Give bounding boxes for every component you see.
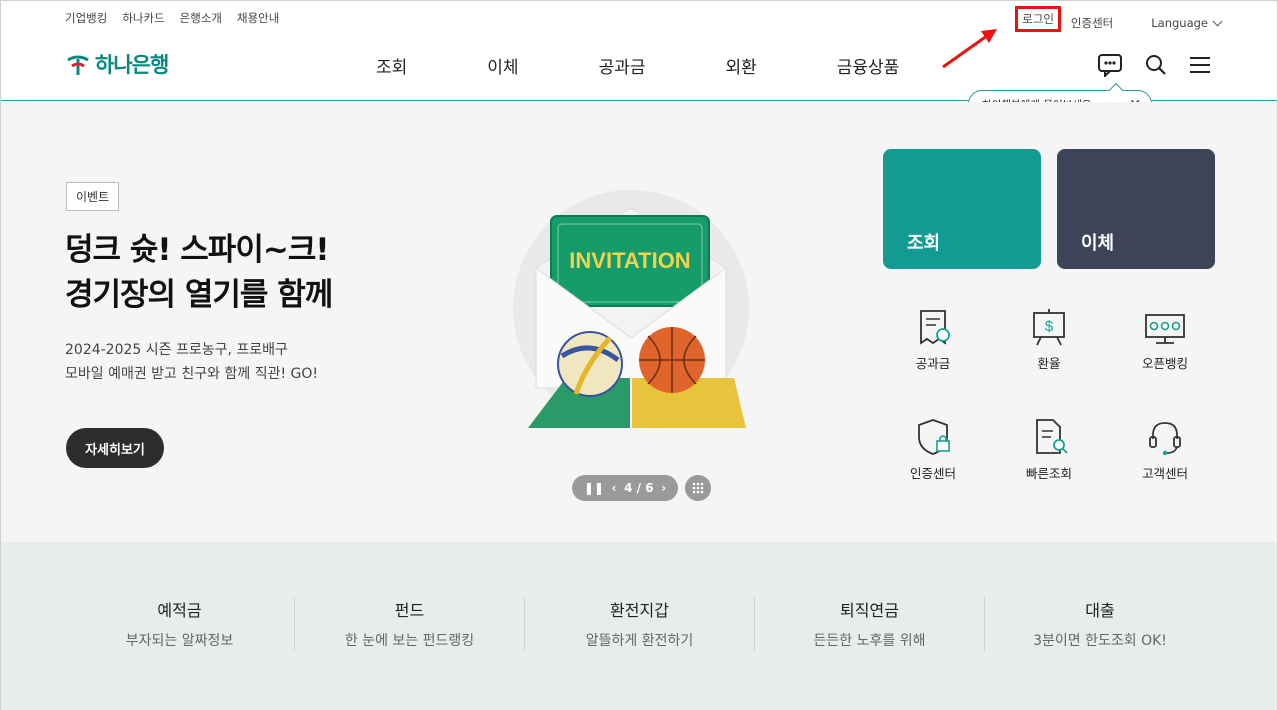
product-band: 예적금 부자되는 알짜정보 펀드 한 눈에 보는 펀드랭킹 환전지갑 알뜰하게 … — [1, 542, 1277, 710]
quick-open-banking[interactable]: 오픈뱅킹 — [1115, 307, 1215, 372]
header-icons — [1097, 53, 1211, 77]
hero-title-line2: 경기장의 열기를 함께 — [65, 277, 333, 313]
nav-financial-products[interactable]: 금융상품 — [837, 53, 900, 78]
product-pension[interactable]: 퇴직연금 든든한 노후를 위해 — [755, 597, 985, 651]
carousel-pager: ❚❚ ‹ 4 / 6 › — [572, 475, 678, 501]
quick-label: 인증센터 — [909, 466, 956, 481]
hero-section: 이벤트 덩크 슛! 스파이~크! 경기장의 열기를 함께 2024-2025 시… — [1, 102, 1277, 542]
product-subtitle: 부자되는 알짜정보 — [125, 633, 234, 649]
product-title: 예적금 — [157, 601, 202, 620]
product-columns: 예적금 부자되는 알짜정보 펀드 한 눈에 보는 펀드랭킹 환전지갑 알뜰하게 … — [65, 597, 1215, 651]
logo-text: 하나은행 — [95, 53, 169, 77]
slide-counter: 4 / 6 — [624, 481, 654, 495]
quick-label: 오픈뱅킹 — [1141, 356, 1188, 371]
global-nav: 조회 이체 공과금 외환 금융상품 — [376, 53, 899, 78]
language-select[interactable]: Language — [1151, 16, 1223, 30]
product-subtitle: 든든한 노후를 위해 — [813, 633, 926, 649]
menu-icon[interactable] — [1189, 56, 1211, 74]
bill-icon — [920, 310, 950, 345]
logo[interactable]: 하나은행 — [65, 49, 169, 79]
nav-utility-bills[interactable]: 공과금 — [599, 53, 646, 78]
product-loan[interactable]: 대출 3분이면 한도조회 OK! — [985, 597, 1215, 651]
hero-sub-line1: 2024-2025 시즌 프로농구, 프로배구 — [65, 342, 288, 358]
product-deposit[interactable]: 예적금 부자되는 알짜정보 — [65, 597, 295, 651]
quick-label: 공과금 — [915, 356, 951, 371]
product-fx-wallet[interactable]: 환전지갑 알뜰하게 환전하기 — [525, 597, 755, 651]
pause-icon[interactable]: ❚❚ — [584, 481, 604, 495]
hero-subtitle: 2024-2025 시즌 프로농구, 프로배구 모바일 예매권 받고 친구와 함… — [65, 338, 318, 386]
link-corporate-banking[interactable]: 기업뱅킹 — [65, 10, 107, 26]
product-fund[interactable]: 펀드 한 눈에 보는 펀드랭킹 — [295, 597, 525, 651]
quick-label: 환율 — [1037, 356, 1061, 371]
search-icon[interactable] — [1145, 54, 1167, 76]
product-title: 펀드 — [394, 601, 425, 620]
link-hana-card[interactable]: 하나카드 — [122, 10, 164, 26]
shield-icon — [918, 419, 950, 455]
headset-icon — [1149, 422, 1181, 456]
quick-fast-inquiry[interactable]: 빠른조회 — [999, 417, 1099, 482]
quick-label: 빠른조회 — [1025, 466, 1072, 481]
grid-menu-icon[interactable] — [685, 475, 711, 501]
product-title: 환전지갑 — [610, 601, 669, 620]
product-subtitle: 알뜰하게 환전하기 — [585, 633, 694, 649]
invitation-illustration: INVITATION — [513, 190, 749, 428]
quick-exchange-rate[interactable]: $ 환율 — [999, 307, 1099, 372]
nav-foreign-exchange[interactable]: 외환 — [725, 53, 756, 78]
quick-label: 고객센터 — [1141, 466, 1188, 481]
chatbot-icon[interactable] — [1097, 53, 1123, 77]
link-recruit[interactable]: 채용안내 — [237, 10, 279, 26]
document-search-icon — [1036, 419, 1068, 454]
product-subtitle: 3분이면 한도조회 OK! — [1033, 633, 1167, 649]
next-icon[interactable]: › — [661, 481, 666, 495]
nav-inquiry[interactable]: 조회 — [376, 53, 407, 78]
hero-sub-line2: 모바일 예매권 받고 친구와 함께 직관! GO! — [65, 366, 318, 382]
details-button[interactable]: 자세히보기 — [66, 428, 164, 468]
product-title: 퇴직연금 — [840, 601, 899, 620]
product-subtitle: 한 눈에 보는 펀드랭킹 — [344, 633, 475, 649]
event-badge: 이벤트 — [66, 182, 120, 211]
prev-icon[interactable]: ‹ — [612, 481, 617, 495]
quick-tile-transfer[interactable]: 이체 — [1057, 149, 1215, 269]
quick-customer-center[interactable]: 고객센터 — [1115, 417, 1215, 482]
chevron-down-icon — [1212, 16, 1223, 27]
hero-title-line1: 덩크 슛! 스파이~크! — [65, 232, 329, 268]
quick-tile-inquiry[interactable]: 조회 — [883, 149, 1041, 269]
hero-title: 덩크 슛! 스파이~크! 경기장의 열기를 함께 — [65, 228, 333, 318]
utility-bar: 기업뱅킹 하나카드 은행소개 채용안내 로그인 인증센터 Language — [1, 1, 1277, 33]
hana-logo-icon — [67, 55, 89, 75]
invitation-text: INVITATION — [569, 248, 690, 273]
language-label: Language — [1151, 16, 1208, 30]
svg-text:$: $ — [1045, 318, 1054, 335]
product-title: 대출 — [1085, 601, 1115, 620]
exchange-rate-icon: $ — [1033, 309, 1065, 346]
open-banking-icon — [1145, 314, 1185, 344]
utility-links: 기업뱅킹 하나카드 은행소개 채용안내 — [65, 10, 279, 26]
nav-transfer[interactable]: 이체 — [487, 53, 518, 78]
quick-utility-bills[interactable]: 공과금 — [883, 307, 983, 372]
link-bank-intro[interactable]: 은행소개 — [180, 10, 222, 26]
quick-cert-center[interactable]: 인증센터 — [883, 417, 983, 482]
cert-center-link[interactable]: 인증센터 — [1071, 15, 1113, 31]
login-link[interactable]: 로그인 — [1015, 6, 1061, 32]
